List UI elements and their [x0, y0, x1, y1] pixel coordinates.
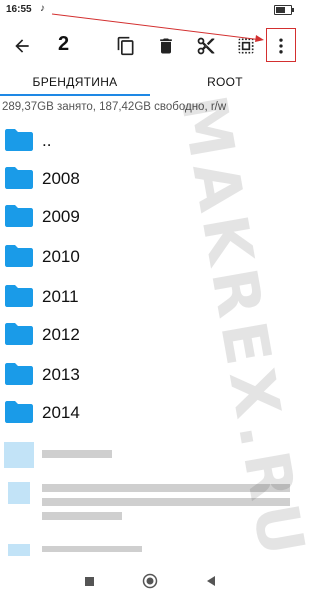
file-icon: [4, 442, 34, 468]
folder-icon: [5, 401, 33, 423]
folder-icon: [5, 285, 33, 307]
folder-icon: [5, 129, 33, 151]
menu-highlight-box: [266, 28, 296, 62]
folder-name: 2013: [42, 365, 80, 384]
list-item[interactable]: 2011: [0, 278, 300, 316]
folder-icon: [5, 245, 33, 267]
home-icon[interactable]: [141, 572, 159, 590]
tab-root[interactable]: ROOT: [150, 68, 300, 96]
active-tab-indicator: [0, 94, 150, 96]
battery-icon: [274, 5, 294, 15]
list-item-parent[interactable]: ..: [0, 122, 300, 160]
file-icon: [8, 544, 30, 556]
folder-name: 2009: [42, 207, 80, 226]
list-item[interactable]: 2008: [0, 160, 300, 198]
folder-icon: [5, 323, 33, 345]
folder-name: 2008: [42, 169, 80, 188]
blurred-list-item[interactable]: [0, 540, 300, 560]
list-item[interactable]: 2013: [0, 356, 300, 394]
blurred-list-item[interactable]: [0, 478, 300, 538]
navigation-bar: [0, 562, 300, 600]
action-toolbar: [0, 22, 300, 70]
music-note-icon: ♪: [40, 3, 45, 14]
tab-brendyatina[interactable]: БРЕНДЯТИНА: [0, 68, 150, 96]
back-nav-icon[interactable]: [202, 572, 220, 590]
storage-info: 289,37GB занято, 187,42GB свободно, r/w: [2, 101, 227, 113]
folder-name: 2014: [42, 403, 80, 422]
folder-icon: [5, 205, 33, 227]
cut-icon[interactable]: [192, 32, 220, 60]
blurred-list-item[interactable]: [0, 438, 300, 474]
file-icon: [8, 482, 30, 504]
status-time: 16:55: [6, 4, 32, 15]
folder-name: 2011: [42, 287, 79, 306]
delete-icon[interactable]: [152, 32, 180, 60]
list-item[interactable]: 2014: [0, 394, 300, 432]
tab-bar: БРЕНДЯТИНА ROOT: [0, 68, 300, 96]
list-item[interactable]: 2010: [0, 238, 300, 276]
recents-icon[interactable]: [80, 572, 98, 590]
status-bar: 16:55 ♪: [0, 0, 300, 22]
folder-name: 2010: [42, 247, 80, 266]
folder-name: 2012: [42, 325, 80, 344]
select-all-icon[interactable]: [232, 32, 260, 60]
copy-icon[interactable]: [112, 32, 140, 60]
list-item[interactable]: 2012: [0, 316, 300, 354]
selected-count: 2: [58, 33, 70, 55]
list-item[interactable]: 2009: [0, 198, 300, 236]
folder-icon: [5, 167, 33, 189]
arrow-back-icon[interactable]: [8, 32, 36, 60]
folder-icon: [5, 363, 33, 385]
folder-name: ..: [42, 131, 52, 150]
